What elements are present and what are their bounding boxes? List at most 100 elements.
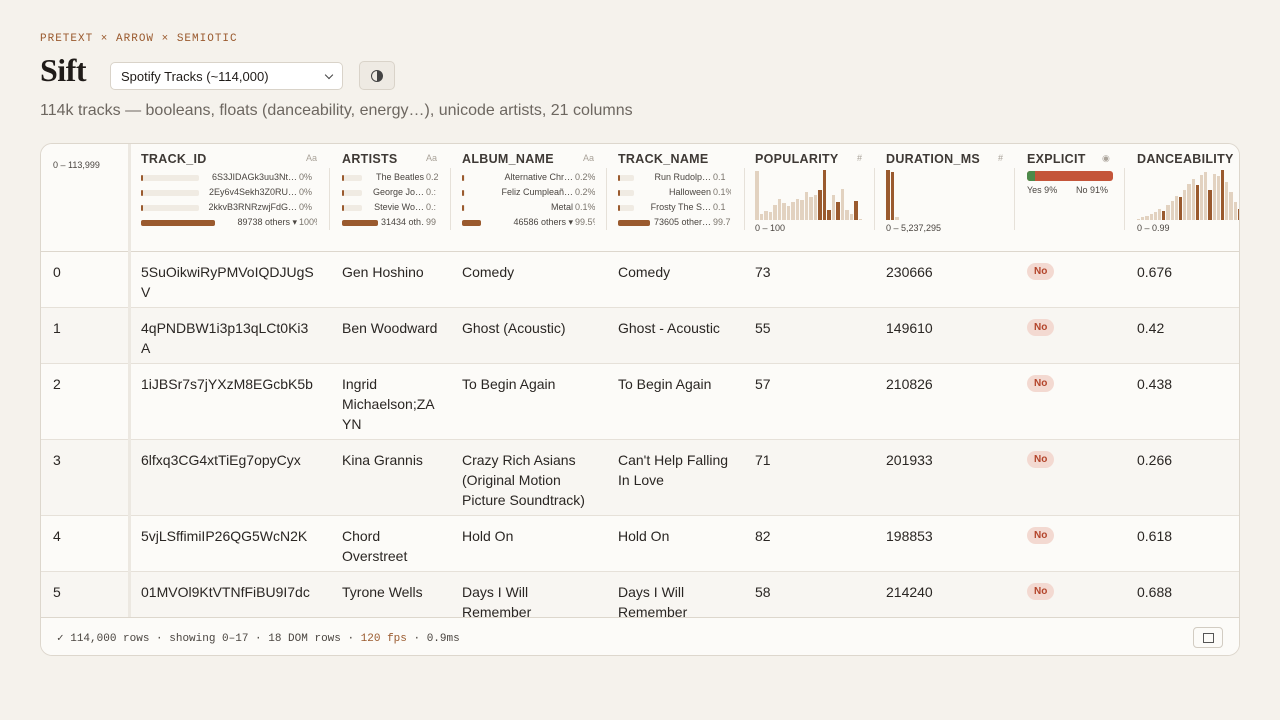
cell-duration-ms: 230666 bbox=[886, 264, 933, 280]
brand-line: PRETEXT × ARROW × SEMIOTIC bbox=[40, 33, 238, 45]
app-title: Sift bbox=[40, 52, 87, 88]
explicit-badge: No bbox=[1027, 451, 1055, 468]
explicit-yes-label: Yes 9% bbox=[1027, 185, 1058, 195]
column-header-album-name[interactable]: ALBUM_NAME bbox=[462, 152, 554, 166]
column-header-track-name[interactable]: TRACK_NAME bbox=[618, 152, 709, 166]
cell-album-name: Hold On bbox=[462, 528, 514, 544]
histogram-bar bbox=[1221, 170, 1225, 220]
value-bar-track bbox=[342, 205, 362, 211]
column-header-popularity[interactable]: POPULARITY bbox=[755, 152, 839, 166]
cell-artists: Tyrone Wells bbox=[342, 584, 423, 600]
top-value-item: Alternative Chr… 0.2% bbox=[462, 172, 595, 184]
histogram-bar bbox=[827, 210, 831, 220]
histogram-bar bbox=[1174, 196, 1178, 220]
histogram-bar bbox=[1187, 184, 1191, 220]
value-percent: 0.1% bbox=[713, 187, 731, 197]
cell-track-name: Can't Help Falling In Love bbox=[618, 452, 729, 488]
value-bar-fill bbox=[618, 205, 620, 211]
table-row[interactable]: 1 4qPNDBW1i3p13qLCt0Ki3A Ben Woodward Ghost… bbox=[41, 308, 1239, 364]
value-label: The Beatles bbox=[375, 172, 424, 182]
value-percent: 0.1 bbox=[713, 172, 726, 182]
histogram-bar bbox=[755, 171, 759, 220]
histogram-bar bbox=[854, 201, 858, 220]
value-percent: 0.2% bbox=[575, 172, 595, 182]
cell-duration-ms: 149610 bbox=[886, 320, 933, 336]
top-value-item: 6S3JIDAGk3uu3Nt… 0% bbox=[141, 172, 317, 184]
table-row[interactable]: 5 01MVOl9KtVTNfFiBU9I7dc Tyrone Wells Days … bbox=[41, 572, 1239, 618]
cell-album-name: Days I Will Remember bbox=[462, 584, 532, 618]
status-summary: ✓ 114,000 rows · showing 0–17 · 18 DOM r… bbox=[57, 633, 361, 645]
column-header-duration-ms[interactable]: DURATION_MS bbox=[886, 152, 980, 166]
table-row[interactable]: 4 5vjLSffimiIP26QG5WcN2K Chord Overstreet H… bbox=[41, 516, 1239, 572]
others-summary[interactable]: 89738 others ▾100% bbox=[141, 217, 317, 229]
value-percent: 0% bbox=[299, 187, 313, 197]
histogram-bar bbox=[1191, 179, 1195, 220]
explicit-badge: No bbox=[1027, 527, 1055, 544]
danceability-histogram[interactable] bbox=[1137, 168, 1239, 220]
explicit-badge: No bbox=[1027, 319, 1055, 336]
histogram-bar bbox=[845, 210, 849, 220]
column-divider bbox=[329, 168, 330, 230]
histogram-bar bbox=[791, 202, 795, 220]
fps-readout: 120 fps bbox=[360, 633, 407, 645]
table-row[interactable]: 3 6lfxq3CG4xtTiEg7opyCyx Kina Grannis Crazy… bbox=[41, 440, 1239, 516]
table-row[interactable]: 0 5SuOikwiRyPMVoIQDJUgSV Gen Hoshino Comedy… bbox=[41, 252, 1239, 308]
cell-track-id: 1iJBSr7s7jYXzM8EGcbK5b bbox=[141, 376, 313, 392]
duration-histogram[interactable] bbox=[886, 168, 901, 220]
value-bar-fill bbox=[618, 190, 620, 196]
histogram-bar bbox=[759, 214, 763, 220]
explicit-no-label: No 91% bbox=[1076, 185, 1109, 195]
cell-track-name: Ghost - Acoustic bbox=[618, 320, 720, 336]
histogram-bar bbox=[1153, 212, 1157, 220]
value-label: Alternative Chr… bbox=[504, 172, 573, 182]
histogram-bar bbox=[822, 170, 826, 220]
cell-popularity: 58 bbox=[755, 584, 771, 600]
value-bar-fill bbox=[462, 175, 464, 181]
column-header-artists[interactable]: ARTISTS bbox=[342, 152, 398, 166]
top-value-item: Metal 0.1% bbox=[462, 202, 595, 214]
table-row[interactable]: 2 1iJBSr7s7jYXzM8EGcbK5b Ingrid Michaelson… bbox=[41, 364, 1239, 440]
cell-danceability: 0.618 bbox=[1137, 528, 1173, 544]
chevron-down-icon bbox=[324, 70, 334, 79]
value-bar-fill bbox=[342, 220, 378, 226]
histogram-bar bbox=[795, 199, 799, 220]
fullscreen-icon bbox=[1203, 633, 1214, 643]
column-header-explicit[interactable]: EXPLICIT bbox=[1027, 152, 1086, 166]
cell-album-name: Crazy Rich Asians (Original Motion Pictu… bbox=[462, 452, 585, 508]
value-bar-fill bbox=[462, 190, 464, 196]
others-summary[interactable]: 46586 others ▾99.5% bbox=[462, 217, 595, 229]
fullscreen-button[interactable] bbox=[1193, 627, 1223, 648]
cell-track-id: 6lfxq3CG4xtTiEg7opyCyx bbox=[141, 452, 301, 468]
value-label: Feliz Cumpleañ… bbox=[501, 187, 573, 197]
popularity-histogram[interactable] bbox=[755, 168, 867, 220]
value-label: 73605 other… bbox=[653, 217, 711, 227]
cell-duration-ms: 210826 bbox=[886, 376, 933, 392]
histogram-bar bbox=[840, 189, 844, 220]
cell-track-id: 01MVOl9KtVTNfFiBU9I7dc bbox=[141, 584, 310, 600]
value-label: 31434 oth… bbox=[381, 217, 424, 227]
column-header-danceability[interactable]: DANCEABILITY bbox=[1137, 152, 1234, 166]
histogram-bar bbox=[1166, 205, 1170, 220]
column-divider bbox=[744, 168, 745, 230]
explicit-badge: No bbox=[1027, 263, 1055, 280]
value-label: 46586 others ▾ bbox=[513, 217, 573, 227]
column-header-track-id[interactable]: TRACK_ID bbox=[141, 152, 207, 166]
others-summary[interactable]: 31434 oth…99 bbox=[342, 217, 438, 229]
value-bar-track bbox=[618, 190, 634, 196]
histogram-bar bbox=[1179, 197, 1183, 220]
text-type-icon: Aa bbox=[306, 153, 318, 163]
histogram-bar bbox=[831, 195, 835, 220]
others-summary[interactable]: 73605 other… 99.7 bbox=[618, 217, 731, 229]
histogram-bar bbox=[836, 202, 840, 220]
value-bar-fill bbox=[141, 205, 143, 211]
cell-popularity: 82 bbox=[755, 528, 771, 544]
explicit-ratio-bar[interactable] bbox=[1027, 171, 1113, 181]
column-divider bbox=[1014, 168, 1015, 230]
dataset-select[interactable]: Spotify Tracks (~114,000) bbox=[110, 62, 343, 90]
value-percent: 99 bbox=[426, 217, 437, 227]
theme-toggle-button[interactable] bbox=[359, 61, 395, 90]
cell-duration-ms: 214240 bbox=[886, 584, 933, 600]
cell-popularity: 73 bbox=[755, 264, 771, 280]
histogram-bar bbox=[804, 192, 808, 220]
data-table: 0 – 113,999 TRACK_ID Aa 6S3JIDAGk3uu3Nt…… bbox=[40, 143, 1240, 656]
